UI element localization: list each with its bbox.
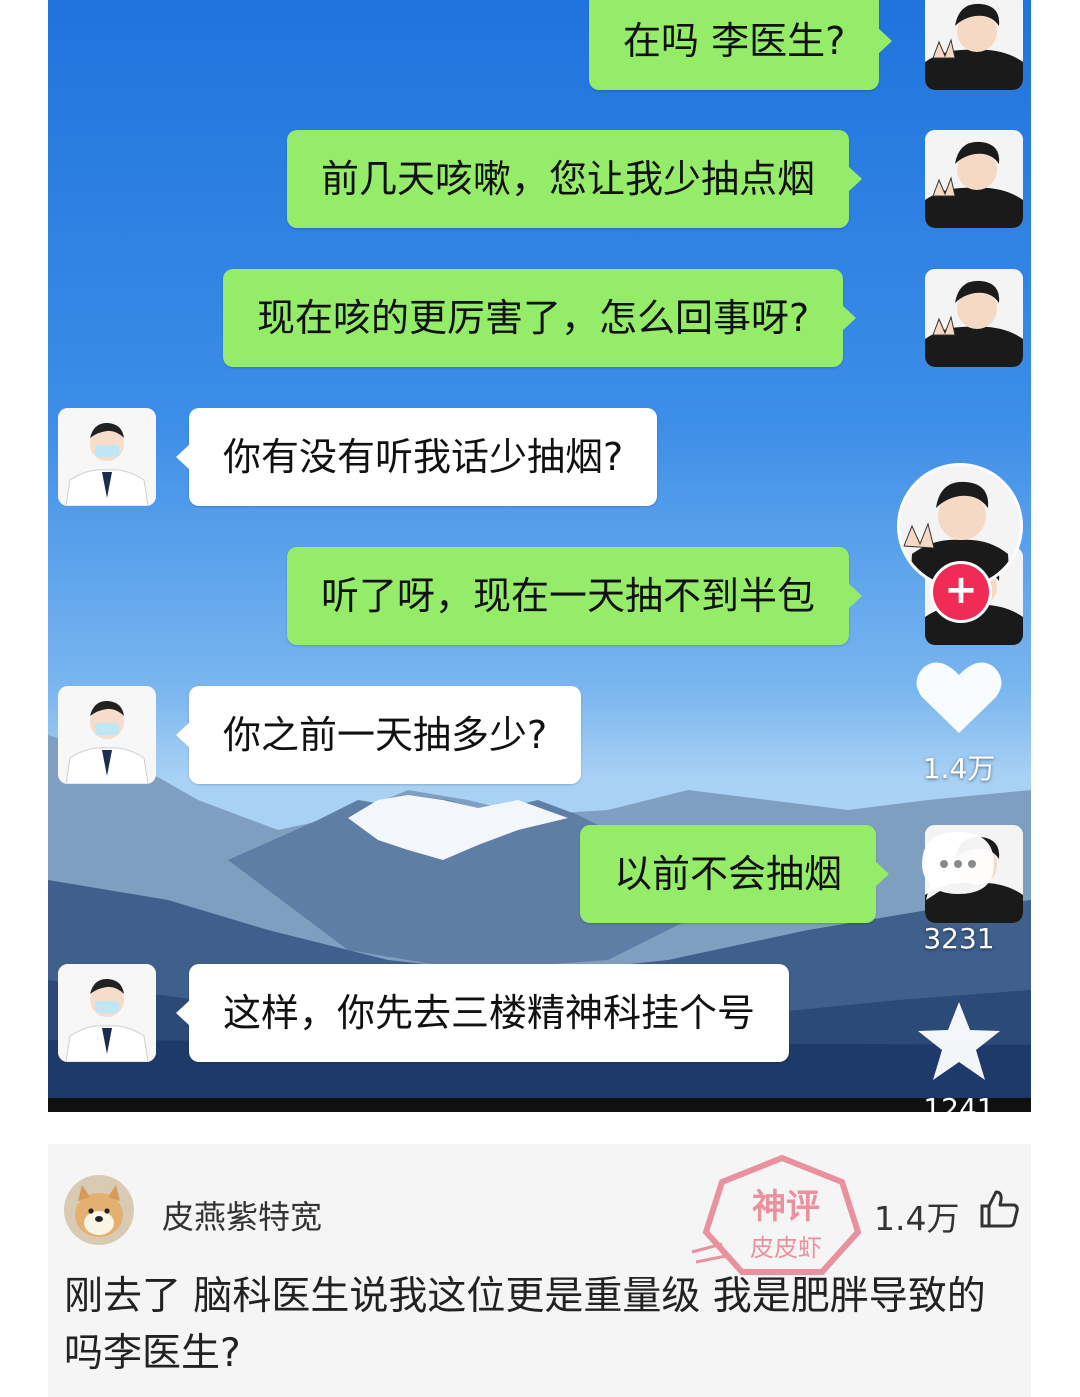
cartoon-boy-icon: [925, 0, 1023, 90]
chat-bubble-right: 前几天咳嗽，您让我少抽点烟: [287, 130, 863, 228]
cartoon-boy-icon: [925, 269, 1023, 367]
favorite-count: 1241: [923, 1094, 995, 1112]
chat-bubble-right: 以前不会抽烟: [580, 825, 890, 923]
chat-bubble-right: 听了呀，现在一天抽不到半包: [287, 547, 863, 645]
stamp-top-text: 神评: [752, 1187, 820, 1227]
comment-icon[interactable]: [916, 826, 1000, 906]
commenter-username[interactable]: 皮燕紫特宽: [162, 1192, 322, 1238]
heart-icon[interactable]: [914, 657, 1004, 737]
comment-text: 刚去了 脑科医生说我这位更是重量级 我是肥胖导致的吗李医生?: [64, 1274, 986, 1376]
user-avatar: [925, 269, 1023, 367]
video-progress-strip: [48, 1098, 1031, 1112]
shiba-dog-icon: [64, 1175, 134, 1245]
cartoon-boy-icon: [925, 130, 1023, 228]
thumbs-up-icon[interactable]: [978, 1188, 1020, 1230]
doctor-avatar: [58, 408, 156, 506]
user-avatar: [925, 130, 1023, 228]
hot-comment-card[interactable]: 皮燕紫特宽 神评 皮皮虾 1.4万 刚去了 脑科医生说我这位更是重量级 我是肥胖…: [48, 1144, 1031, 1397]
comment-count: 3231: [923, 922, 995, 955]
chat-bubble-right: 现在咳的更厉害了，怎么回事呀?: [223, 269, 857, 367]
comment-like-count: 1.4万: [874, 1199, 960, 1238]
doctor-icon: [58, 408, 156, 506]
stamp-bottom-text: 皮皮虾: [750, 1234, 822, 1262]
chat-bubble-right: 在吗 李医生?: [589, 0, 893, 90]
star-icon[interactable]: [916, 1000, 1002, 1082]
doctor-avatar: [58, 686, 156, 784]
doctor-avatar: [58, 964, 156, 1062]
chat-bubble-left: 你之前一天抽多少?: [175, 686, 582, 784]
chat-bubble-left: 这样，你先去三楼精神科挂个号: [175, 964, 790, 1062]
like-count: 1.4万: [922, 752, 996, 785]
doctor-icon: [58, 964, 156, 1062]
video-player[interactable]: 在吗 李医生? 前几天咳嗽，您让我少抽点烟 现在咳的更厉害了，怎么回事呀? 你有…: [48, 0, 1031, 1112]
chat-bubble-left: 你有没有听我话少抽烟?: [175, 408, 658, 506]
commenter-avatar[interactable]: [64, 1175, 134, 1245]
plus-icon[interactable]: +: [930, 561, 992, 623]
doctor-icon: [58, 686, 156, 784]
hot-comment-stamp: 神评 皮皮虾: [691, 1154, 862, 1275]
user-avatar: [925, 0, 1023, 90]
